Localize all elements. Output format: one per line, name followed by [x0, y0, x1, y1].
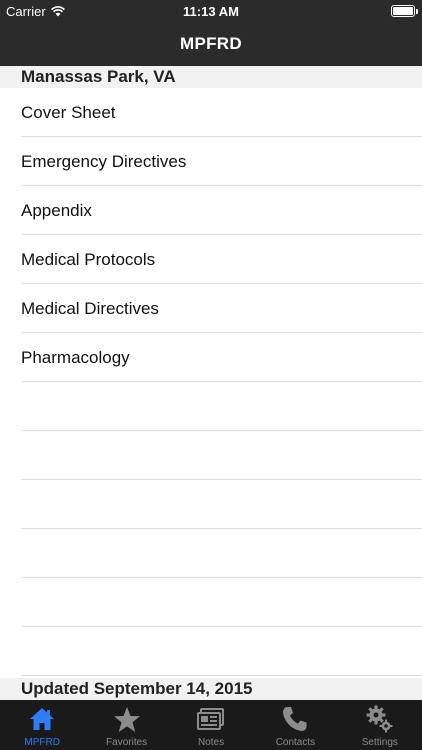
tab-label: MPFRD [24, 737, 60, 748]
empty-row [21, 627, 422, 676]
list-item-emergency-directives[interactable]: Emergency Directives [21, 137, 422, 186]
tab-label: Contacts [275, 737, 316, 748]
list-item-pharmacology[interactable]: Pharmacology [21, 333, 422, 382]
tab-settings[interactable]: Settings [338, 700, 422, 750]
empty-row [21, 578, 422, 627]
list-item-label: Medical Directives [21, 299, 159, 318]
empty-row [21, 382, 422, 431]
list-item-cover-sheet[interactable]: Cover Sheet [21, 88, 422, 137]
tab-label: Notes [197, 737, 225, 748]
status-time: 11:13 AM [183, 4, 239, 19]
phone-icon [280, 704, 310, 734]
list-item-label: Pharmacology [21, 348, 130, 367]
list-item-label: Cover Sheet [21, 103, 116, 122]
navigation-bar: MPFRD [0, 22, 422, 66]
empty-row [21, 480, 422, 529]
tab-favorites[interactable]: Favorites [84, 700, 168, 750]
empty-row [21, 529, 422, 578]
empty-row [21, 431, 422, 480]
section-footer-updated: Updated September 14, 2015 [0, 678, 422, 700]
tab-notes[interactable]: Notes [169, 700, 253, 750]
list-item-label: Medical Protocols [21, 250, 156, 269]
home-icon [27, 704, 57, 734]
status-bar: Carrier 11:13 AM [0, 0, 422, 22]
star-icon [112, 704, 142, 734]
list-item-medical-protocols[interactable]: Medical Protocols [21, 235, 422, 284]
document-list: Cover Sheet Emergency Directives Appendi… [0, 88, 422, 678]
list-item-medical-directives[interactable]: Medical Directives [21, 284, 422, 333]
list-item-appendix[interactable]: Appendix [21, 186, 422, 235]
list-item-label: Appendix [21, 201, 92, 220]
tab-contacts[interactable]: Contacts [253, 700, 337, 750]
tab-bar: MPFRD Favorites Notes Contacts Settings [0, 700, 422, 750]
tab-label: Settings [361, 737, 398, 748]
section-header-location: Manassas Park, VA [0, 66, 422, 88]
tab-label: Favorites [106, 737, 148, 748]
notes-icon [196, 704, 226, 734]
battery-icon [391, 5, 418, 17]
list-item-label: Emergency Directives [21, 152, 187, 171]
tab-mpfrd[interactable]: MPFRD [0, 700, 84, 750]
page-title: MPFRD [180, 34, 242, 53]
gear-icon [365, 704, 395, 734]
